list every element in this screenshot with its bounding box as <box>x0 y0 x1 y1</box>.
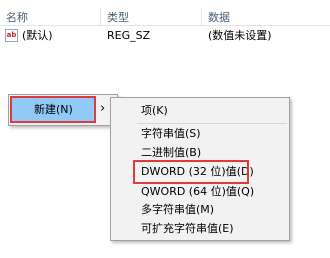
string-value-icon: ab <box>5 29 18 42</box>
menu-item-expandable-string[interactable]: 可扩充字符串值(E) <box>141 218 234 240</box>
value-name: (默认) <box>22 29 53 42</box>
value-data: (数值未设置) <box>208 29 272 42</box>
list-header: 名称 类型 数据 <box>0 0 330 26</box>
menu-item-new-label: 新建(N) <box>34 103 73 116</box>
table-row[interactable]: ab (默认) REG_SZ (数值未设置) <box>0 27 330 45</box>
new-submenu: 项(K) 字符串值(S) 二进制值(B) DWORD (32 位)值(D) QW… <box>110 97 290 241</box>
value-type: REG_SZ <box>107 29 151 42</box>
context-menu: 新建(N) › <box>8 94 118 126</box>
menu-item-new[interactable]: 新建(N) <box>10 96 96 123</box>
column-header-name[interactable]: 名称 <box>0 10 100 25</box>
menu-item-dword[interactable]: DWORD (32 位)值(D) <box>133 160 254 184</box>
menu-item-key[interactable]: 项(K) <box>141 100 168 122</box>
column-header-data[interactable]: 数据 <box>202 10 330 25</box>
column-header-type[interactable]: 类型 <box>101 10 201 25</box>
submenu-arrow-icon: › <box>100 101 106 116</box>
menu-item-binary[interactable]: 二进制值(B) <box>141 142 201 164</box>
